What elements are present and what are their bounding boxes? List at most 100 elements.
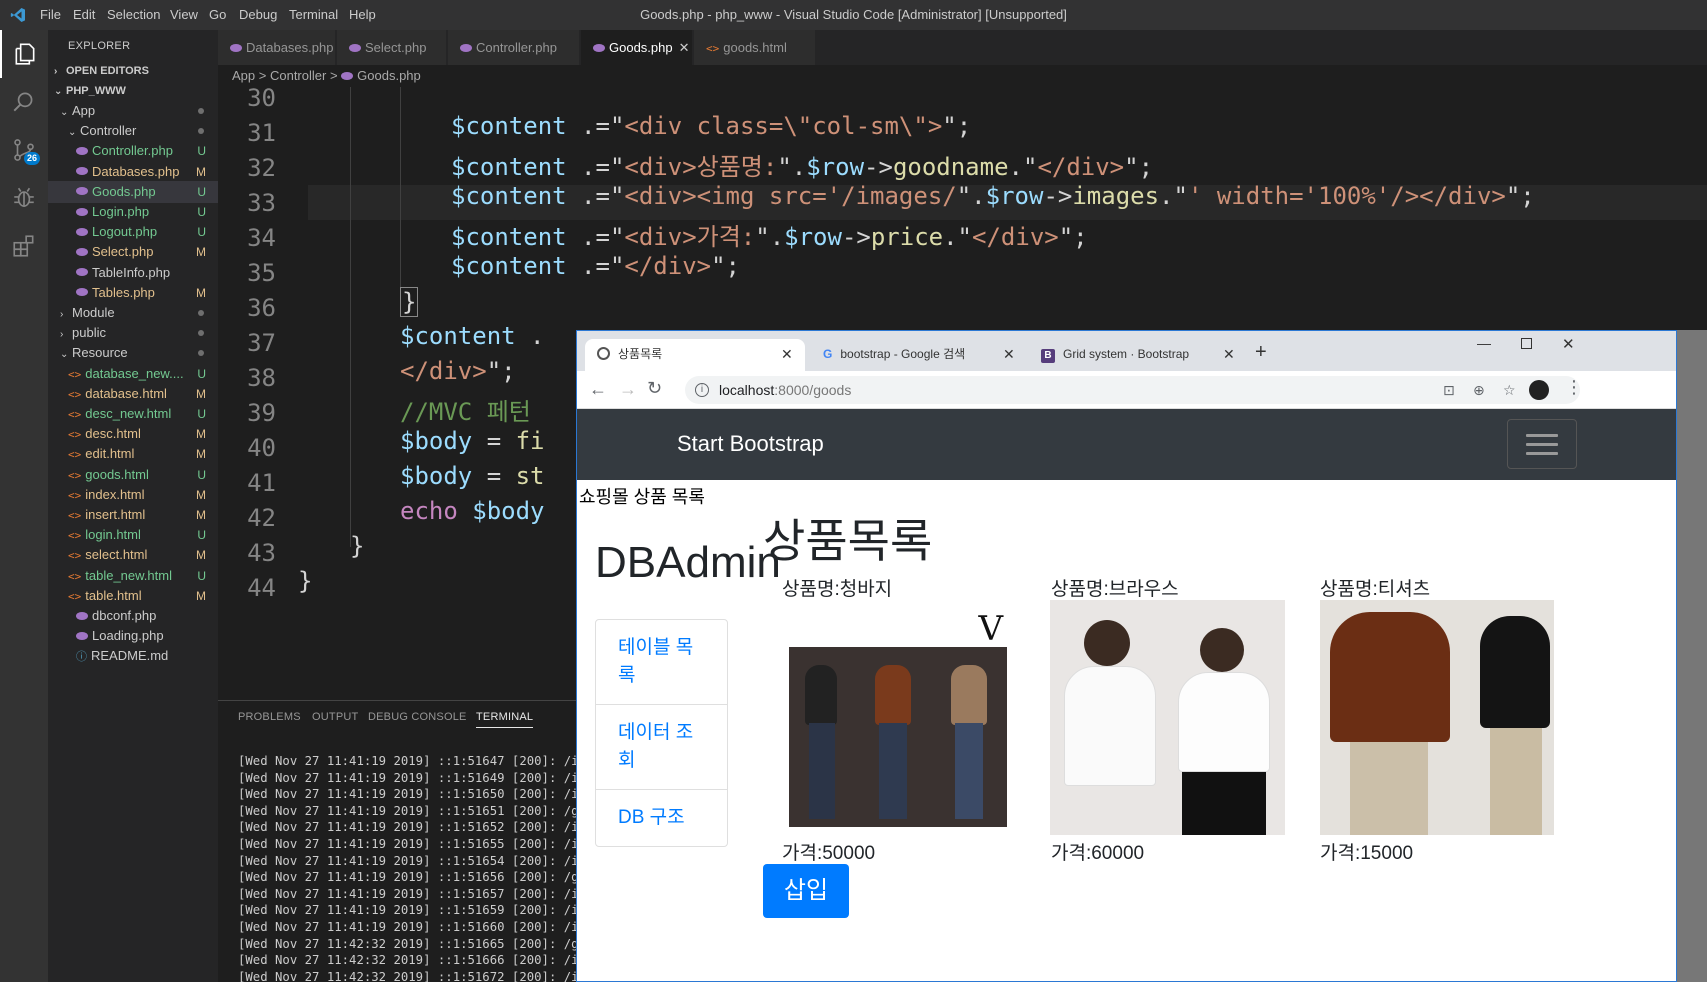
menu-view[interactable]: View — [170, 0, 198, 30]
breadcrumb-controller[interactable]: Controller — [270, 68, 326, 83]
file-item[interactable]: <> table.html M — [48, 585, 218, 607]
file-item[interactable]: Goods.php U — [48, 180, 218, 203]
menu-edit[interactable]: Edit — [73, 0, 95, 30]
info-icon: i — [695, 383, 709, 397]
close-tab-icon[interactable]: ✕ — [781, 339, 793, 369]
menu-selection[interactable]: Selection — [107, 0, 160, 30]
close-icon[interactable]: ✕ — [679, 40, 690, 55]
file-item[interactable]: Login.php U — [48, 201, 218, 223]
token: $body — [400, 427, 473, 455]
folder-item[interactable]: ⌄ App — [48, 100, 218, 122]
menu-debug[interactable]: Debug — [239, 0, 277, 30]
file-item[interactable]: <> desc_new.html U — [48, 403, 218, 425]
tab-controller[interactable]: Controller.php — [448, 30, 580, 65]
file-item[interactable]: <> desc.html M — [48, 423, 218, 445]
vscode-logo-icon — [10, 8, 25, 22]
php-icon — [349, 43, 361, 52]
folder-item[interactable]: ⌄ Resource — [48, 342, 218, 364]
file-item[interactable]: <> database.html M — [48, 383, 218, 405]
file-label: Resource — [72, 345, 128, 361]
file-item[interactable]: Select.php M — [48, 241, 218, 263]
tab-debug-console[interactable]: DEBUG CONSOLE — [368, 711, 467, 723]
file-item[interactable]: ⓘ README.md — [48, 645, 218, 667]
activity-bar: 26 — [0, 30, 48, 982]
file-label: insert.html — [85, 507, 146, 522]
tab-select[interactable]: Select.php — [337, 30, 447, 65]
page-navbar: Start Bootstrap — [577, 409, 1676, 480]
more-menu-icon[interactable]: ⋮ — [1565, 377, 1583, 398]
file-item[interactable]: <> database_new.... U — [48, 363, 218, 385]
profile-avatar[interactable] — [1529, 380, 1549, 400]
file-item[interactable]: Controller.php U — [48, 140, 218, 162]
tab-problems[interactable]: PROBLEMS — [238, 711, 301, 723]
close-tab-icon[interactable]: ✕ — [1223, 339, 1235, 369]
project-section[interactable]: ⌄ PHP_WWW — [48, 80, 218, 102]
extensions-activity[interactable] — [0, 222, 48, 270]
forward-arrow-icon[interactable]: → — [619, 379, 637, 400]
file-item[interactable]: Logout.php U — [48, 221, 218, 243]
files-icon — [15, 43, 35, 65]
product-name: 상품명:브라우스 — [1051, 579, 1179, 600]
source-control-activity[interactable]: 26 — [0, 126, 48, 174]
file-item[interactable]: Loading.php — [48, 625, 218, 647]
breadcrumb-app[interactable]: App — [232, 68, 255, 83]
token: price — [870, 223, 944, 251]
file-item[interactable]: <> edit.html M — [48, 443, 218, 465]
open-editors-section[interactable]: › OPEN EDITORS — [48, 60, 218, 82]
star-icon[interactable]: ☆ — [1503, 376, 1516, 404]
file-item[interactable]: <> select.html M — [48, 544, 218, 566]
reload-icon[interactable]: ↻ — [647, 378, 662, 399]
menu-file[interactable]: File — [40, 0, 61, 30]
navbar-brand[interactable]: Start Bootstrap — [677, 431, 824, 457]
tab-terminal[interactable]: TERMINAL — [476, 711, 534, 728]
menu-terminal[interactable]: Terminal — [289, 0, 338, 30]
folder-item[interactable]: › Module — [48, 302, 218, 324]
explorer-activity[interactable] — [0, 30, 48, 78]
globe-icon — [597, 347, 610, 360]
modified-dot — [198, 330, 204, 337]
insert-button[interactable]: 삽입 — [763, 864, 849, 918]
line-number: 39 — [247, 399, 276, 427]
code-line-35: $content .="</div>"; — [451, 252, 740, 280]
folder-item[interactable]: › public — [48, 322, 218, 344]
file-item[interactable]: TableInfo.php — [48, 262, 218, 284]
file-item[interactable]: <> index.html M — [48, 484, 218, 506]
side-link-structure[interactable]: DB 구조 — [596, 790, 727, 846]
search-activity[interactable] — [0, 78, 48, 126]
breadcrumb-file[interactable]: Goods.php — [357, 68, 421, 83]
figure-pants — [1490, 728, 1542, 835]
back-arrow-icon[interactable]: ← — [589, 379, 607, 400]
php-icon — [593, 43, 605, 52]
file-item[interactable]: dbconf.php — [48, 605, 218, 627]
file-item[interactable]: <> goods.html U — [48, 464, 218, 486]
tab-label: goods.html — [723, 40, 787, 55]
side-link-data[interactable]: 데이터 조회 — [596, 705, 727, 790]
file-item[interactable]: Tables.php M — [48, 282, 218, 304]
browser-tab-goods[interactable]: 상품목록 ✕ — [585, 339, 805, 371]
file-item[interactable]: Databases.php M — [48, 161, 218, 183]
zoom-icon[interactable]: ⊕ — [1473, 376, 1485, 404]
maximize-icon[interactable] — [1521, 338, 1532, 349]
navbar-toggler-button[interactable] — [1507, 419, 1577, 469]
tab-output[interactable]: OUTPUT — [312, 711, 358, 723]
translate-icon[interactable]: ⊡ — [1443, 376, 1455, 404]
tab-databases[interactable]: Databases.php — [218, 30, 336, 65]
close-tab-icon[interactable]: ✕ — [1003, 339, 1015, 369]
folder-item[interactable]: ⌄ Controller — [48, 120, 218, 142]
menu-help[interactable]: Help — [349, 0, 376, 30]
close-window-icon[interactable]: ✕ — [1562, 335, 1575, 353]
minimize-icon[interactable]: — — [1477, 335, 1491, 351]
side-link-tables[interactable]: 테이블 목록 — [596, 620, 727, 705]
new-tab-icon[interactable]: + — [1255, 341, 1267, 364]
menu-go[interactable]: Go — [209, 0, 226, 30]
tab-goods-php[interactable]: Goods.php ✕ — [581, 30, 693, 65]
debug-activity[interactable] — [0, 174, 48, 222]
url-input[interactable]: i localhost:8000/goods ⊡ ⊕ ☆ — [685, 376, 1580, 404]
file-item[interactable]: <> login.html U — [48, 524, 218, 546]
file-item[interactable]: <> table_new.html U — [48, 565, 218, 587]
tab-goods-html[interactable]: <> goods.html — [694, 30, 816, 65]
git-status-badge: M — [196, 285, 206, 300]
browser-tab-google[interactable]: Gbootstrap - Google 검색 ✕ — [815, 339, 1023, 371]
file-item[interactable]: <> insert.html M — [48, 504, 218, 526]
browser-tab-bootstrap[interactable]: B Grid system · Bootstrap ✕ — [1033, 339, 1241, 371]
